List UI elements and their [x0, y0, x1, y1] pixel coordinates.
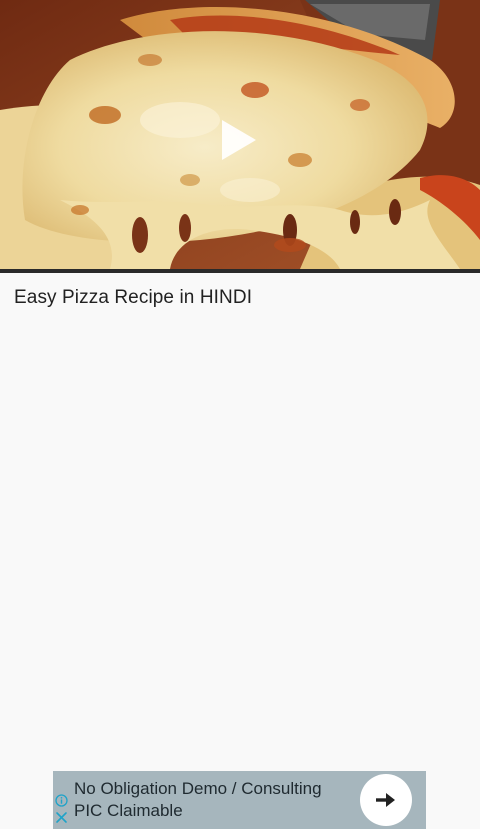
- video-title[interactable]: Easy Pizza Recipe in HINDI: [14, 287, 252, 309]
- ad-cta-button[interactable]: [360, 774, 412, 826]
- video-divider: [0, 269, 480, 273]
- info-icon[interactable]: [55, 794, 68, 807]
- play-icon[interactable]: [218, 118, 258, 162]
- ad-headline: No Obligation Demo / Consulting: [74, 779, 322, 798]
- close-icon[interactable]: [55, 811, 68, 824]
- ad-banner[interactable]: No Obligation Demo / Consulting PIC Clai…: [53, 771, 426, 829]
- ad-subline: PIC Claimable: [74, 801, 183, 820]
- arrow-right-icon: [376, 793, 395, 807]
- video-thumbnail[interactable]: [0, 0, 480, 269]
- ad-text[interactable]: No Obligation Demo / Consulting PIC Clai…: [74, 778, 354, 822]
